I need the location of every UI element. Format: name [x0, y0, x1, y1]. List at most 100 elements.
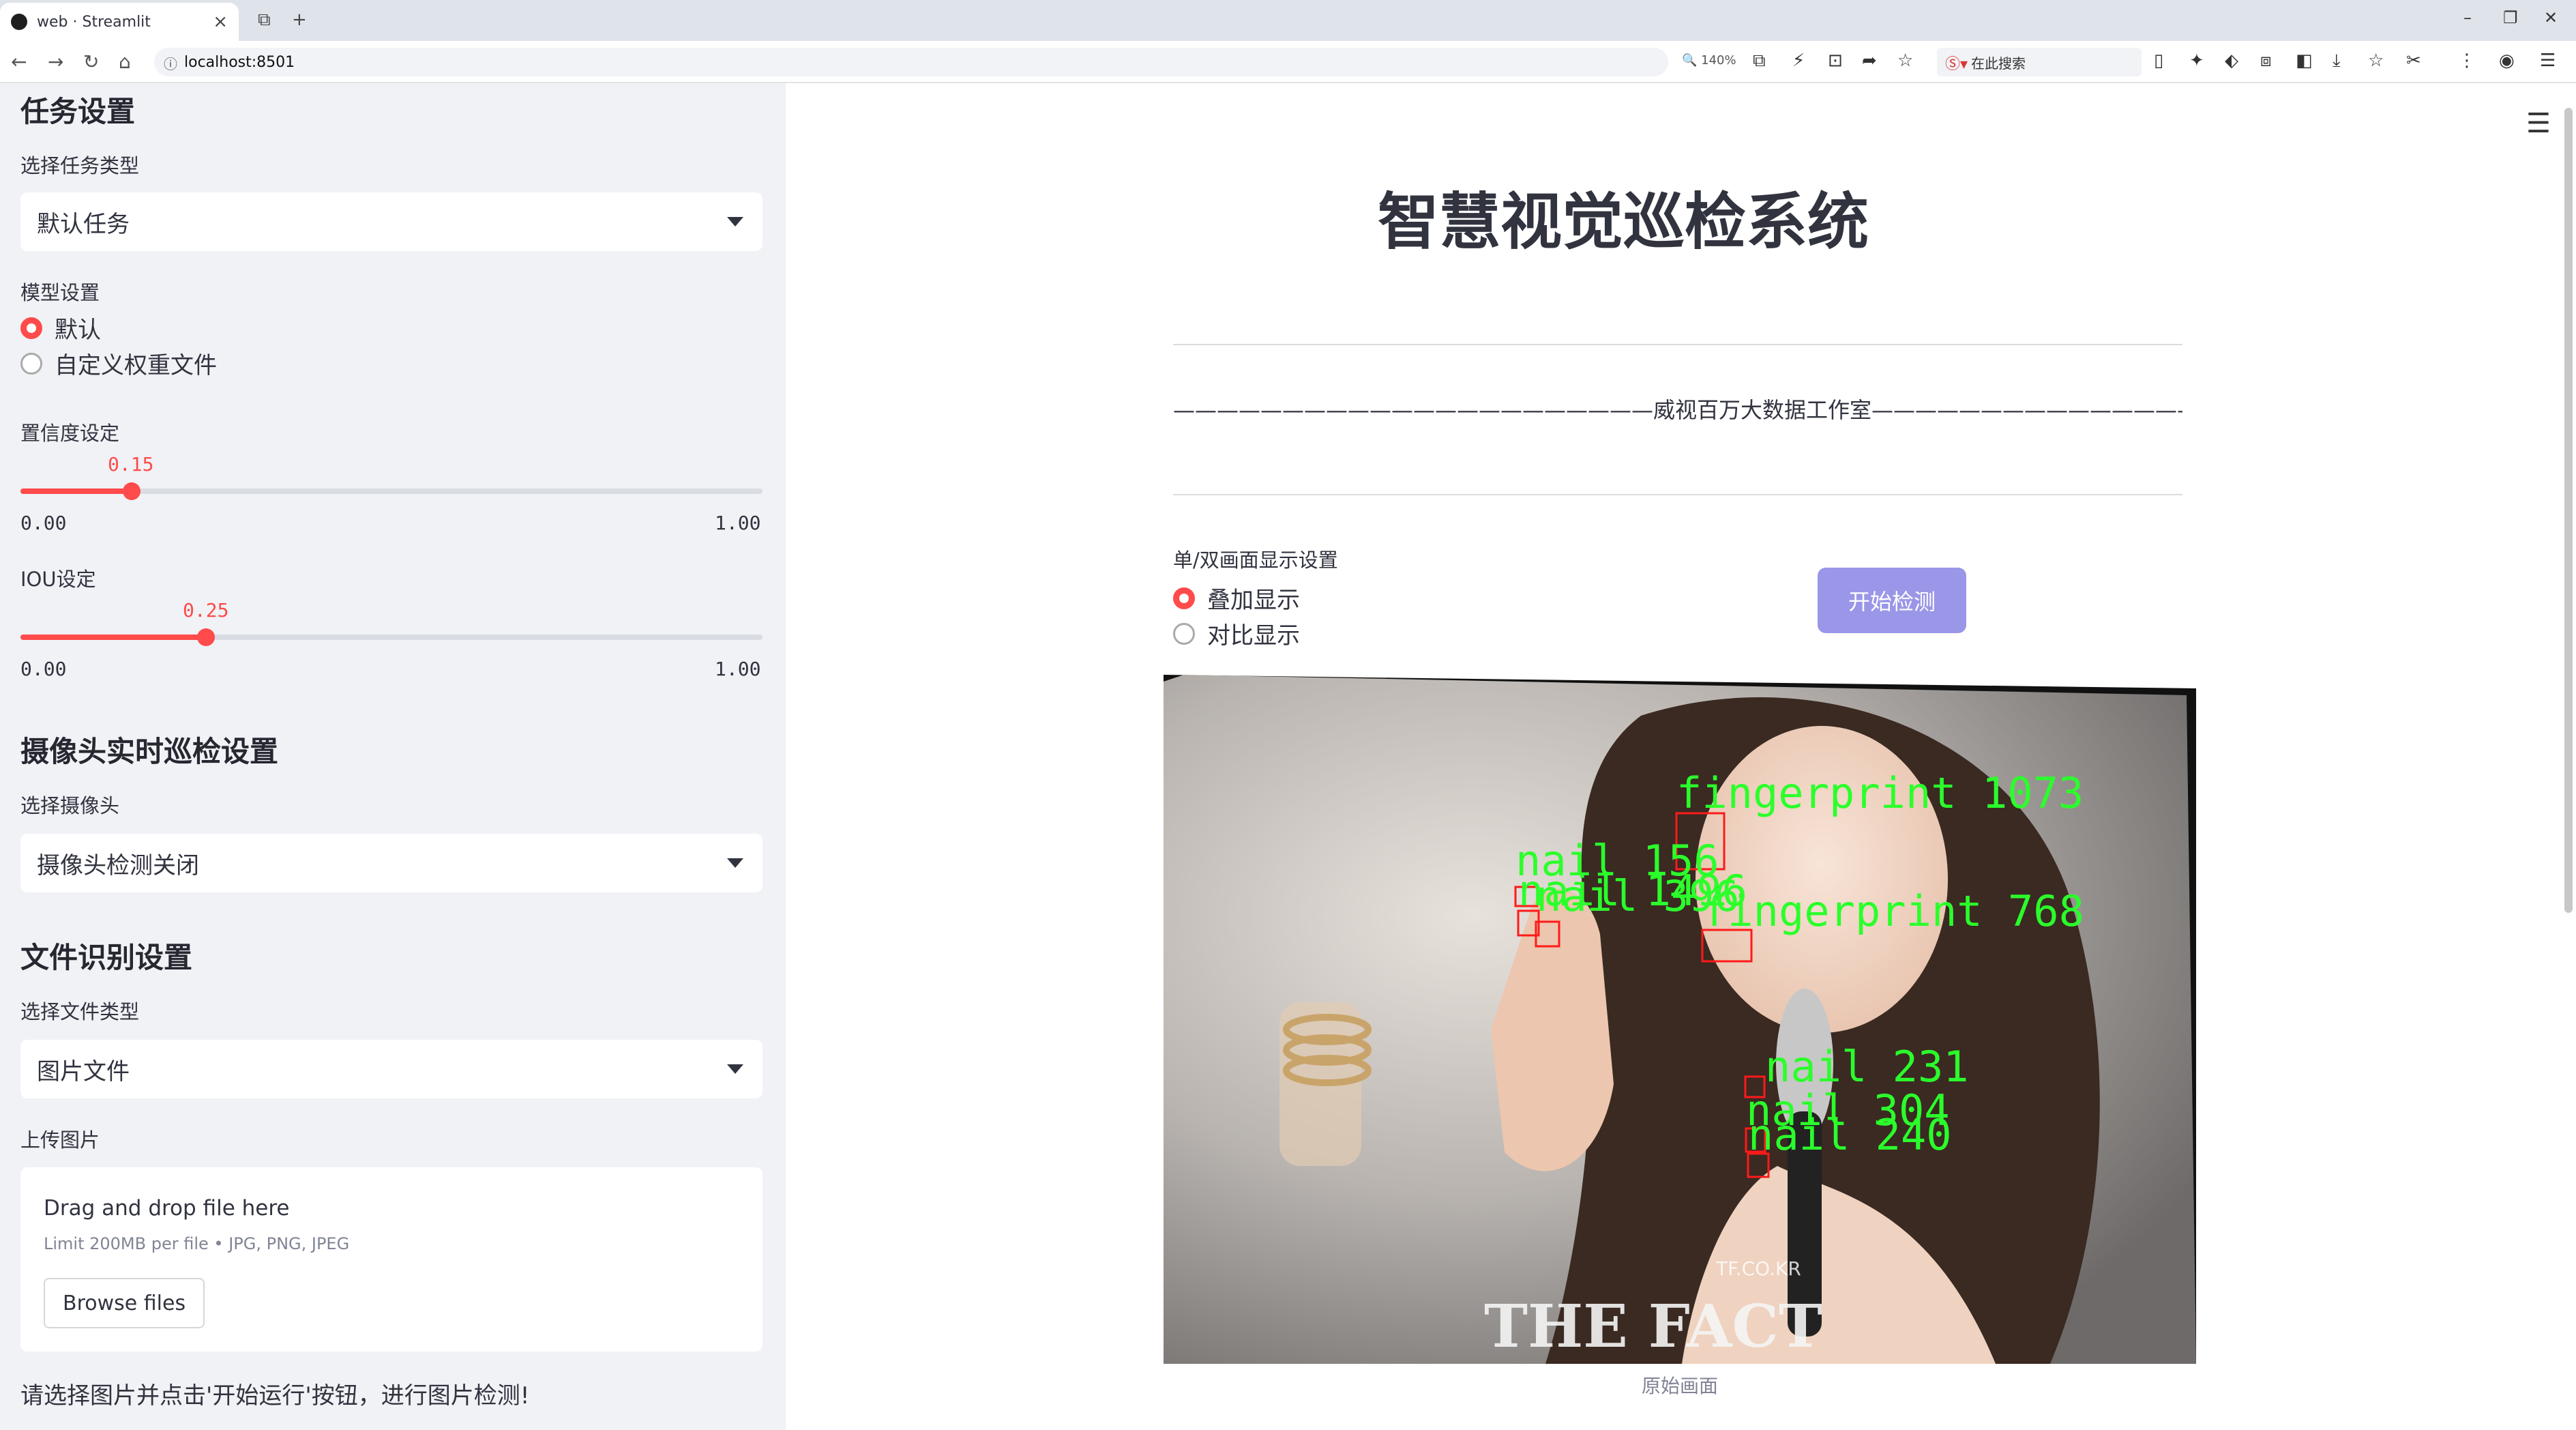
chevron-down-icon: [727, 217, 743, 227]
browser-tab[interactable]: web · Streamlit ×: [0, 3, 239, 41]
minimize-icon[interactable]: –: [2463, 8, 2472, 27]
detection-result-image: THE FACT TF.CO.KR fingerprint 1073 nail …: [1164, 675, 2196, 1364]
dropzone-limit: Limit 200MB per file • JPG, PNG, JPEG: [44, 1234, 350, 1253]
translate-icon[interactable]: ⧉: [1753, 50, 1766, 72]
bookmarks-icon[interactable]: ☆: [2368, 50, 2384, 71]
scrollbar[interactable]: [2564, 108, 2573, 913]
upload-label: 上传图片: [20, 1128, 100, 1152]
divider: [1173, 494, 2182, 495]
iou-slider-fill: [20, 634, 206, 640]
favorite-star-icon[interactable]: ☆: [1897, 50, 1913, 71]
page-title: 智慧视觉巡检系统: [1378, 186, 1869, 258]
menu-dots-icon[interactable]: ⋮: [2458, 50, 2476, 71]
zoom-indicator[interactable]: 🔍 140%: [1682, 53, 1736, 68]
studio-line: ——————————————————————威视百万大数据工作室————————…: [1173, 397, 2182, 423]
detection-label: fingerprint 768: [1702, 886, 2084, 936]
dropzone-title: Drag and drop file here: [44, 1196, 290, 1221]
phone-icon[interactable]: ▯: [2154, 50, 2163, 71]
conf-slider-thumb[interactable]: [123, 482, 140, 500]
radio-unselected-icon: [20, 352, 42, 375]
file-type-select[interactable]: 图片文件: [20, 1040, 763, 1098]
display-option-label: 对比显示: [1207, 622, 1300, 650]
task-type-select[interactable]: 默认任务: [20, 192, 763, 251]
model-option-label: 默认: [55, 317, 101, 344]
file-dropzone[interactable]: Drag and drop file here Limit 200MB per …: [20, 1167, 763, 1352]
streamlit-favicon-icon: [11, 14, 27, 30]
conf-slider-value: 0.15: [108, 453, 154, 476]
model-label: 模型设置: [20, 281, 100, 304]
model-option-label: 自定义权重文件: [55, 352, 217, 379]
camera-value: 摄像头检测关闭: [37, 851, 199, 879]
main-content: ☰ 智慧视觉巡检系统 ——————————————————————威视百万大数据…: [786, 83, 2576, 1430]
model-radio-default[interactable]: 默认: [20, 311, 101, 345]
task-section-title: 任务设置: [20, 95, 136, 128]
camera-section-title: 摄像头实时巡检设置: [20, 735, 279, 768]
image-caption: 原始画面: [1641, 1375, 1718, 1397]
display-radio-compare[interactable]: 对比显示: [1173, 617, 1300, 650]
file-type-value: 图片文件: [37, 1057, 130, 1085]
close-tab-icon[interactable]: ×: [213, 12, 228, 32]
image-watermark-small: TF.CO.KR: [1715, 1257, 1801, 1280]
forward-icon[interactable]: →: [48, 50, 63, 73]
radio-selected-icon: [20, 317, 42, 339]
file-type-label: 选择文件类型: [20, 1000, 140, 1023]
conf-min: 0.00: [20, 512, 67, 534]
image-watermark: THE FACT: [1484, 1292, 1822, 1361]
download-icon[interactable]: ⤓: [2333, 50, 2341, 72]
conf-label: 置信度设定: [20, 422, 120, 445]
tab-groups-icon[interactable]: ⧉: [258, 10, 271, 31]
site-info-icon[interactable]: ⓘ: [164, 53, 177, 73]
extension-icon[interactable]: ⬖: [2225, 50, 2238, 71]
detection-label: fingerprint 1073: [1676, 768, 2084, 818]
url-bar[interactable]: ⓘ localhost:8501: [154, 48, 1668, 76]
browser-menu-icon[interactable]: ☰: [2540, 50, 2556, 71]
tab-title: web · Streamlit: [37, 13, 151, 31]
iou-slider[interactable]: [20, 628, 763, 646]
window-close-icon[interactable]: ✕: [2544, 8, 2558, 27]
display-mode-label: 单/双画面显示设置: [1173, 549, 1338, 572]
upload-hint: 请选择图片并点击'开始运行'按钮，进行图片检测!: [20, 1382, 530, 1410]
search-placeholder: 在此搜索: [1971, 55, 2026, 72]
conf-max: 1.00: [715, 512, 761, 534]
browse-files-button[interactable]: Browse files: [44, 1278, 205, 1328]
iou-slider-thumb[interactable]: [197, 628, 215, 646]
home-icon[interactable]: ⌂: [119, 50, 131, 73]
search-engine-icon[interactable]: Ⓢ▾: [1945, 52, 1968, 74]
task-type-label: 选择任务类型: [20, 154, 140, 177]
iou-slider-value: 0.25: [183, 599, 229, 622]
chevron-down-icon: [727, 1064, 743, 1074]
browser-tab-bar: web · Streamlit × ⧉ + – ❐ ✕: [0, 0, 2576, 41]
divider: [1173, 344, 2182, 345]
conf-slider-fill: [20, 488, 132, 494]
conf-slider[interactable]: [20, 482, 763, 500]
radio-selected-icon: [1173, 587, 1195, 609]
start-detection-button[interactable]: 开始检测: [1818, 568, 1966, 633]
iou-max: 1.00: [715, 658, 761, 680]
back-icon[interactable]: ←: [11, 50, 27, 73]
app-menu-icon[interactable]: ☰: [2526, 108, 2551, 139]
browser-search-box[interactable]: Ⓢ▾ 在此搜索: [1937, 48, 2142, 76]
iou-label: IOU设定: [20, 568, 96, 591]
new-tab-icon[interactable]: +: [292, 10, 307, 30]
zoom-level: 140%: [1701, 53, 1736, 68]
bolt-icon[interactable]: ⚡: [1792, 50, 1805, 71]
model-radio-custom[interactable]: 自定义权重文件: [20, 347, 217, 380]
ai-assistant-icon[interactable]: ✦: [2189, 50, 2204, 71]
camera-select[interactable]: 摄像头检测关闭: [20, 834, 763, 892]
file-section-title: 文件识别设置: [20, 941, 193, 974]
iou-min: 0.00: [20, 658, 67, 680]
display-radio-overlay[interactable]: 叠加显示: [1173, 581, 1300, 615]
profile-avatar-icon[interactable]: ◉: [2499, 50, 2515, 71]
reload-icon[interactable]: ↻: [83, 50, 99, 73]
restore-icon[interactable]: ❐: [2503, 8, 2518, 27]
scissors-icon[interactable]: ✂: [2406, 50, 2421, 71]
share-icon[interactable]: ➦: [1862, 50, 1877, 71]
camera-label: 选择摄像头: [20, 794, 120, 817]
app-ext-icon[interactable]: ◧: [2296, 50, 2313, 71]
detection-label: nail 231: [1765, 1042, 1969, 1092]
radio-unselected-icon: [1173, 622, 1195, 645]
chevron-down-icon: [727, 858, 743, 868]
detection-label: nail 240: [1748, 1110, 1952, 1160]
translate-ext-icon[interactable]: ⧈: [2260, 50, 2272, 72]
screenshot-icon[interactable]: ⊡: [1828, 50, 1843, 71]
